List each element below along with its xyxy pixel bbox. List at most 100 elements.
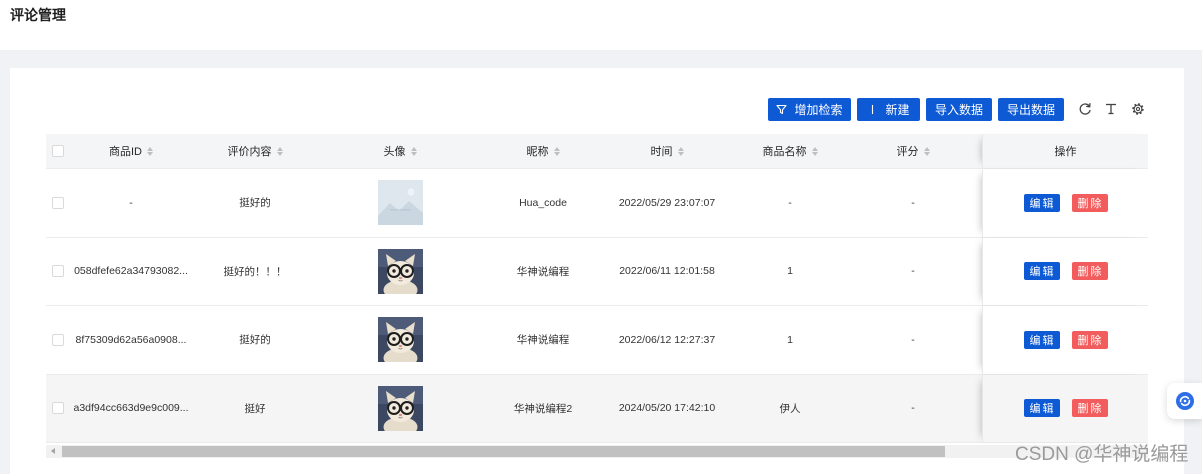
column-header-label: 时间 bbox=[650, 146, 673, 158]
sort-icon[interactable] bbox=[553, 146, 560, 156]
time-cell: 2022/06/12 12:27:37 bbox=[604, 306, 730, 374]
delete-button[interactable]: 删除 bbox=[1071, 193, 1108, 212]
action-cell: 编辑 删除 bbox=[982, 374, 1148, 442]
add-search-button[interactable]: 增加检索 bbox=[768, 98, 851, 121]
row-checkbox[interactable] bbox=[52, 265, 64, 278]
time-cell: 2024/05/20 17:42:10 bbox=[604, 374, 730, 442]
column-header-label: 昵称 bbox=[526, 146, 549, 158]
page-title: 评论管理 bbox=[10, 7, 66, 23]
row-select-cell bbox=[46, 169, 70, 237]
scroll-left-arrow-icon[interactable] bbox=[51, 448, 55, 454]
delete-button[interactable]: 删除 bbox=[1071, 330, 1108, 349]
cat-avatar-icon[interactable] bbox=[378, 249, 423, 294]
time-cell: 2022/06/11 12:01:58 bbox=[604, 237, 730, 305]
avatar-cell bbox=[318, 306, 482, 374]
select-all-cell bbox=[46, 134, 70, 168]
sort-icon[interactable] bbox=[276, 146, 283, 156]
sort-icon[interactable] bbox=[147, 146, 153, 156]
nickname-cell: Hua_code bbox=[482, 169, 604, 237]
column-header-product-name[interactable]: 商品名称 bbox=[730, 134, 850, 168]
row-select-cell bbox=[46, 306, 70, 374]
score-cell: - bbox=[850, 374, 976, 442]
sort-icon[interactable] bbox=[677, 146, 684, 156]
column-header-label: 头像 bbox=[383, 146, 406, 158]
row-checkbox[interactable] bbox=[52, 333, 64, 346]
column-header-time[interactable]: 时间 bbox=[604, 134, 730, 168]
product-name-cell: 伊人 bbox=[730, 374, 850, 442]
sort-icon[interactable] bbox=[410, 146, 417, 156]
empty-image-icon[interactable] bbox=[378, 180, 423, 225]
add-icon bbox=[872, 105, 874, 114]
new-label: 新建 bbox=[885, 103, 910, 117]
column-header-label: 评分 bbox=[896, 146, 919, 158]
add-search-label: 增加检索 bbox=[794, 103, 843, 117]
action-cell: 编辑 删除 bbox=[982, 306, 1148, 374]
avatar-cell bbox=[318, 169, 482, 237]
table-row[interactable]: - 挺好的 Hua_code 2022/05/29 23:07:07 - - 编… bbox=[46, 169, 1148, 238]
product-name-cell: 1 bbox=[730, 237, 850, 305]
product-name-cell: 1 bbox=[730, 306, 850, 374]
edit-button[interactable]: 编辑 bbox=[1023, 330, 1060, 349]
comment-content-cell: 挺好 bbox=[192, 374, 318, 442]
comment-table: 商品ID 评价内容 头像 昵称 时间 商品名称 评分 操作 - 挺好的 Hua_… bbox=[46, 134, 1148, 443]
column-header-label: 商品ID bbox=[109, 146, 142, 158]
product-id-cell: 058dfefe62a34793082... bbox=[70, 237, 192, 305]
column-header-label: 评价内容 bbox=[227, 146, 272, 158]
action-cell: 编辑 删除 bbox=[982, 237, 1148, 305]
column-height-icon[interactable] bbox=[1104, 102, 1118, 116]
avatar-cell bbox=[318, 237, 482, 305]
score-cell: - bbox=[850, 237, 976, 305]
product-id-cell: 8f75309d62a56a0908... bbox=[70, 306, 192, 374]
cat-avatar-icon[interactable] bbox=[378, 317, 423, 362]
row-select-cell bbox=[46, 237, 70, 305]
column-header-action: 操作 bbox=[982, 134, 1148, 168]
edit-button[interactable]: 编辑 bbox=[1023, 262, 1060, 281]
select-all-checkbox[interactable] bbox=[52, 145, 64, 157]
score-cell: - bbox=[850, 306, 976, 374]
import-data-button[interactable]: 导入数据 bbox=[926, 98, 992, 121]
watermark: CSDN @华神说编程 bbox=[1015, 444, 1189, 465]
export-data-button[interactable]: 导出数据 bbox=[998, 98, 1064, 121]
table-row[interactable]: 8f75309d62a56a0908... 挺好的 华神说编程 2022/06/… bbox=[46, 306, 1148, 375]
column-header-label: 商品名称 bbox=[762, 146, 807, 158]
nickname-cell: 华神说编程2 bbox=[482, 374, 604, 442]
column-header-content[interactable]: 评价内容 bbox=[192, 134, 318, 168]
row-checkbox[interactable] bbox=[52, 196, 64, 209]
scrollbar-thumb[interactable] bbox=[62, 446, 945, 457]
column-header-nickname[interactable]: 昵称 bbox=[482, 134, 604, 168]
comment-content-cell: 挺好的！！！ bbox=[192, 237, 318, 305]
sort-icon[interactable] bbox=[923, 146, 930, 156]
horizontal-scrollbar[interactable] bbox=[46, 445, 1148, 458]
new-button[interactable]: 新建 bbox=[857, 98, 920, 121]
avatar-cell bbox=[318, 374, 482, 442]
product-id-cell: - bbox=[70, 169, 192, 237]
delete-button[interactable]: 删除 bbox=[1071, 262, 1108, 281]
reload-icon[interactable] bbox=[1078, 102, 1092, 116]
nickname-cell: 华神说编程 bbox=[482, 237, 604, 305]
sort-icon[interactable] bbox=[811, 146, 818, 156]
comment-content-cell: 挺好的 bbox=[192, 306, 318, 374]
page-header: 评论管理 bbox=[0, 0, 1202, 50]
nickname-cell: 华神说编程 bbox=[482, 306, 604, 374]
score-cell: - bbox=[850, 169, 976, 237]
floating-assistant-button[interactable] bbox=[1167, 383, 1202, 419]
edit-button[interactable]: 编辑 bbox=[1023, 399, 1060, 418]
filter-icon bbox=[776, 104, 788, 115]
column-header-product-id[interactable]: 商品ID bbox=[70, 134, 192, 168]
edit-button[interactable]: 编辑 bbox=[1023, 193, 1060, 212]
time-cell: 2022/05/29 23:07:07 bbox=[604, 169, 730, 237]
row-checkbox[interactable] bbox=[52, 402, 64, 415]
comment-content-cell: 挺好的 bbox=[192, 169, 318, 237]
assistant-icon bbox=[1175, 392, 1194, 410]
cat-avatar-icon[interactable] bbox=[378, 386, 423, 431]
setting-icon[interactable] bbox=[1131, 102, 1145, 116]
column-header-score[interactable]: 评分 bbox=[850, 134, 976, 168]
table-row[interactable]: a3df94cc663d9e9c009... 挺好 华神说编程2 2024/05… bbox=[46, 374, 1148, 443]
table-header-row: 商品ID 评价内容 头像 昵称 时间 商品名称 评分 操作 bbox=[46, 134, 1148, 169]
table-row[interactable]: 058dfefe62a34793082... 挺好的！！！ 华神说编程 2022… bbox=[46, 237, 1148, 306]
product-name-cell: - bbox=[730, 169, 850, 237]
action-cell: 编辑 删除 bbox=[982, 169, 1148, 237]
delete-button[interactable]: 删除 bbox=[1071, 399, 1108, 418]
row-select-cell bbox=[46, 374, 70, 442]
column-header-avatar[interactable]: 头像 bbox=[318, 134, 482, 168]
